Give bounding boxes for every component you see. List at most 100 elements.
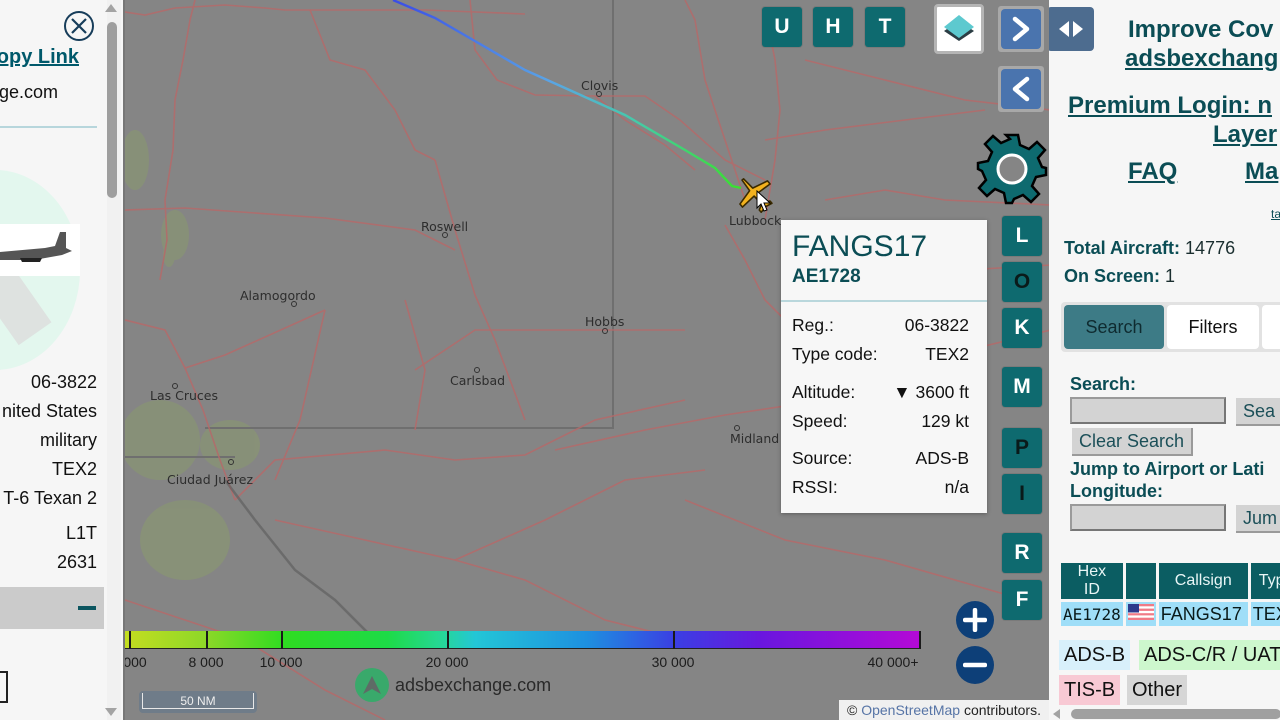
toggle-sidebar-button[interactable] bbox=[1049, 7, 1094, 51]
total-aircraft-value: 14776 bbox=[1185, 238, 1236, 258]
chevron-right-icon bbox=[1012, 16, 1030, 42]
layers-button[interactable] bbox=[934, 4, 984, 54]
close-icon bbox=[71, 18, 87, 34]
aircraft-popup[interactable]: FANGS17 AE1728 Reg.: 06-3822 Type code: TE… bbox=[781, 220, 987, 513]
search-button[interactable]: Sea bbox=[1236, 398, 1280, 426]
clear-search-button[interactable]: Clear Search bbox=[1072, 428, 1194, 456]
copyright-symbol: © bbox=[847, 702, 858, 718]
legend-tick bbox=[281, 631, 283, 649]
map-button-k[interactable]: K bbox=[1002, 308, 1042, 348]
map-button-h[interactable]: H bbox=[813, 7, 853, 47]
jump-button[interactable]: Jum bbox=[1236, 505, 1280, 533]
jump-input[interactable] bbox=[1070, 504, 1226, 531]
mouse-cursor-icon bbox=[756, 190, 772, 212]
scroll-up-arrow[interactable] bbox=[105, 4, 117, 12]
cell-type: TEX bbox=[1250, 602, 1280, 626]
row-label: Type code: bbox=[792, 344, 878, 364]
row-value: 129 kt bbox=[921, 411, 969, 431]
divider bbox=[781, 300, 987, 302]
premium-login-link[interactable]: Premium Login: n bbox=[1068, 92, 1272, 120]
scroll-left-arrow[interactable] bbox=[1053, 709, 1060, 719]
row-label: RSSI: bbox=[792, 477, 838, 497]
on-screen-label: On Screen: bbox=[1064, 266, 1161, 286]
chevron-left-icon bbox=[1012, 76, 1030, 102]
map-link[interactable]: Ma bbox=[1245, 158, 1278, 186]
copy-link[interactable]: opy Link bbox=[0, 46, 79, 69]
legend-tick bbox=[206, 631, 208, 649]
premium-layer-link[interactable]: Layer bbox=[1213, 121, 1277, 149]
on-screen-value: 1 bbox=[1165, 266, 1176, 286]
city-label: Alamogordo bbox=[240, 288, 316, 303]
map-view[interactable]: Clovis Roswell Lubbock Alamogordo Hobbs … bbox=[123, 0, 1049, 720]
row-label: Reg.: bbox=[792, 315, 834, 335]
zoom-in-button[interactable] bbox=[956, 601, 994, 639]
openstreetmap-link[interactable]: OpenStreetMap bbox=[861, 702, 960, 718]
us-flag-icon bbox=[1127, 603, 1154, 620]
zoom-out-button[interactable] bbox=[956, 646, 994, 684]
popup-row: Altitude: ▼ 3600 ft bbox=[792, 382, 969, 403]
sidebar: Improve Cov adsbexchang Premium Login: n… bbox=[1049, 0, 1280, 720]
scroll-down-arrow[interactable] bbox=[105, 708, 117, 716]
previous-button[interactable] bbox=[998, 66, 1044, 112]
cell-flag bbox=[1125, 602, 1156, 626]
aircraft-photo[interactable] bbox=[0, 224, 80, 276]
city-label: Ciudad Juárez bbox=[167, 472, 254, 487]
faq-link[interactable]: FAQ bbox=[1128, 158, 1177, 186]
map-button-p[interactable]: P bbox=[1002, 428, 1042, 468]
scale-label: 50 NM bbox=[142, 693, 254, 709]
column-header-flag[interactable] bbox=[1125, 563, 1156, 599]
map-button-r[interactable]: R bbox=[1002, 533, 1042, 573]
map-scale-bar: 50 NM bbox=[139, 691, 257, 713]
adsbexchange-link[interactable]: adsbexchang bbox=[1125, 45, 1278, 73]
category-value: military bbox=[40, 430, 97, 450]
next-button[interactable] bbox=[998, 6, 1044, 52]
column-header-hex-id[interactable]: Hex ID bbox=[1061, 563, 1123, 599]
on-screen-stat: On Screen: 1 bbox=[1064, 266, 1175, 287]
map-button-i[interactable]: I bbox=[1002, 474, 1042, 514]
aircraft-info-panel: opy Link ge.com 06-3822 nited States mil… bbox=[0, 0, 123, 720]
map-button-f[interactable]: F bbox=[1002, 580, 1042, 620]
small-link[interactable]: ta bbox=[1271, 207, 1280, 221]
legend-label: 30 000 bbox=[651, 654, 695, 670]
tab-search[interactable]: Search bbox=[1064, 305, 1164, 349]
registration-value: 06-3822 bbox=[30, 372, 97, 392]
map-button-m[interactable]: M bbox=[1002, 367, 1042, 407]
column-header-callsign[interactable]: Callsign bbox=[1158, 563, 1248, 599]
close-panel-button[interactable] bbox=[64, 11, 94, 41]
map-button-l[interactable]: L bbox=[1002, 216, 1042, 256]
horizontal-scrollbar[interactable] bbox=[1049, 707, 1280, 720]
legend-tick bbox=[129, 631, 131, 649]
legend-tick bbox=[447, 631, 449, 649]
table-row[interactable]: AE1728 FANGS17 TEX bbox=[1061, 602, 1280, 626]
checkbox[interactable] bbox=[0, 671, 8, 703]
altitude-color-bar bbox=[125, 631, 921, 649]
map-button-t[interactable]: T bbox=[865, 7, 905, 47]
jump-label-longitude: Longitude: bbox=[1070, 481, 1163, 501]
map-button-u[interactable]: U bbox=[762, 7, 802, 47]
arrow-right-icon bbox=[1072, 21, 1083, 37]
legend-tick bbox=[673, 631, 675, 649]
popup-row: RSSI: n/a bbox=[792, 477, 969, 498]
map-button-o[interactable]: O bbox=[1002, 262, 1042, 302]
popup-row: Type code: TEX2 bbox=[792, 344, 969, 365]
city-label: Roswell bbox=[421, 219, 469, 234]
collapse-section-button[interactable] bbox=[0, 587, 104, 629]
search-input[interactable] bbox=[1070, 397, 1226, 424]
vertical-scrollbar[interactable] bbox=[105, 0, 121, 720]
brand-watermark: adsbexchange.com bbox=[355, 668, 551, 702]
table-header-row: Hex ID Callsign Typ bbox=[1061, 563, 1280, 599]
wtc-value: L1T bbox=[65, 523, 97, 543]
row-value: ▼ 3600 ft bbox=[893, 382, 969, 402]
source-legend-adsc: ADS-C/R / UAT bbox=[1139, 640, 1280, 670]
row-value: ADS-B bbox=[915, 448, 969, 468]
tab-more[interactable] bbox=[1262, 305, 1280, 349]
scroll-thumb[interactable] bbox=[1071, 709, 1280, 719]
flight-track bbox=[392, 0, 742, 190]
country-value: nited States bbox=[1, 401, 97, 421]
column-header-type[interactable]: Typ bbox=[1250, 563, 1280, 599]
scroll-thumb[interactable] bbox=[107, 22, 117, 198]
tab-filters[interactable]: Filters bbox=[1167, 305, 1259, 349]
legend-label: 8 000 bbox=[188, 654, 224, 670]
legend-tick bbox=[919, 631, 921, 649]
settings-gear-icon[interactable] bbox=[976, 133, 1048, 205]
